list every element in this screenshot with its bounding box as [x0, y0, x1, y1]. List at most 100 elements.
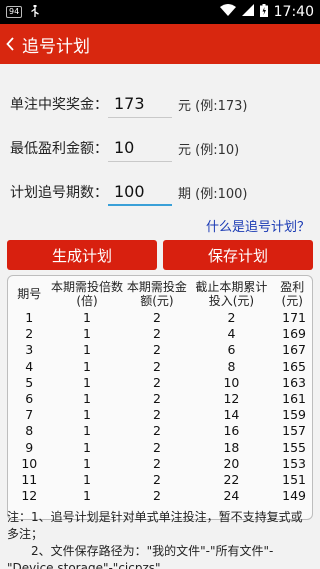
back-chevron-icon[interactable]: [6, 34, 16, 54]
table-cell: 2: [152, 310, 161, 326]
table-cell: 24: [223, 488, 240, 504]
page-title: 追号计划: [22, 36, 90, 57]
wifi-icon: [219, 4, 236, 20]
table-cell: 10: [223, 374, 240, 390]
col-header-period: 期号: [17, 287, 42, 301]
table-cell: 1: [83, 439, 91, 455]
col-header-profit: 盈利(元): [280, 280, 305, 308]
table-cell: 11: [21, 471, 38, 487]
table-cell: 163: [282, 374, 306, 390]
table-cell: 8: [227, 358, 236, 374]
table-cell: 2: [152, 342, 161, 358]
table-cell: 167: [282, 342, 306, 358]
table-cell: 8: [25, 423, 34, 439]
table-row: 10 1 2 20 153: [8, 456, 312, 472]
table-cell: 6: [227, 342, 236, 358]
table-cell: 1: [83, 455, 91, 471]
signal-icon: [241, 4, 254, 20]
table-cell: 2: [152, 455, 161, 471]
prize-input[interactable]: 173: [108, 90, 172, 118]
profit-label: 最低盈利金额：: [10, 141, 108, 157]
help-link[interactable]: 什么是追号计划？: [0, 216, 320, 235]
table-row: 9 1 2 18 155: [8, 440, 312, 456]
table-cell: 2: [152, 439, 161, 455]
table-cell: 1: [83, 310, 91, 326]
table-row: 7 1 2 14 159: [8, 407, 312, 423]
table-cell: 2: [152, 358, 161, 374]
table-cell: 1: [83, 358, 91, 374]
table-cell: 1: [83, 391, 91, 407]
table-cell: 165: [282, 358, 306, 374]
table-cell: 157: [282, 423, 306, 439]
save-plan-button[interactable]: 保存计划: [163, 240, 313, 270]
notes: 注：1、追号计划是针对单式单注投注，暂不支持复式或多注； 2、文件保存路径为："…: [7, 509, 314, 569]
generate-plan-button[interactable]: 生成计划: [7, 240, 157, 270]
plan-table-container[interactable]: 期号 本期需投倍数(倍) 本期需投金额(元) 截止本期累计投入(元) 盈利(元)…: [7, 275, 313, 520]
action-buttons: 生成计划 保存计划: [0, 240, 320, 270]
table-cell: 4: [25, 358, 34, 374]
table-cell: 1: [83, 374, 91, 390]
table-cell: 161: [282, 391, 306, 407]
periods-label: 计划追号期数：: [10, 185, 108, 201]
prize-row: 单注中奖奖金： 173 元 (例:173): [10, 82, 310, 126]
col-header-multiple: 本期需投倍数(倍): [51, 280, 124, 308]
table-cell: 2: [25, 326, 34, 342]
clock: 17:40: [273, 4, 314, 20]
table-cell: 169: [282, 326, 306, 342]
table-cell: 1: [83, 326, 91, 342]
app-header: 追号计划: [0, 24, 320, 64]
table-cell: 2: [227, 310, 236, 326]
table-cell: 20: [223, 455, 240, 471]
profit-unit: 元 (例:10): [178, 142, 240, 158]
table-cell: 159: [282, 407, 306, 423]
usb-icon: [30, 4, 40, 20]
table-cell: 2: [152, 423, 161, 439]
table-cell: 171: [282, 310, 306, 326]
table-cell: 6: [25, 391, 34, 407]
table-cell: 16: [223, 423, 240, 439]
table-cell: 1: [83, 342, 91, 358]
battery-icon: [259, 3, 268, 21]
note-2: 2、文件保存路径为："我的文件"-"所有文件"-"Device storage"…: [7, 544, 274, 569]
table-cell: 10: [21, 455, 38, 471]
table-cell: 14: [223, 407, 240, 423]
profit-input[interactable]: 10: [108, 134, 172, 162]
table-cell: 2: [152, 391, 161, 407]
table-cell: 3: [25, 342, 34, 358]
table-row: 1 1 2 2 171: [8, 310, 312, 326]
table-cell: 12: [223, 391, 240, 407]
table-row: 2 1 2 4 169: [8, 326, 312, 342]
table-cell: 2: [152, 374, 161, 390]
table-cell: 1: [83, 423, 91, 439]
status-bar: 94 17:40: [0, 0, 320, 24]
table-row: 3 1 2 6 167: [8, 342, 312, 358]
table-row: 6 1 2 12 161: [8, 391, 312, 407]
table-cell: 9: [25, 439, 34, 455]
prize-unit: 元 (例:173): [178, 98, 248, 114]
table-cell: 1: [83, 488, 91, 504]
plan-form: 单注中奖奖金： 173 元 (例:173) 最低盈利金额： 10 元 (例:10…: [0, 82, 320, 214]
table-cell: 1: [83, 471, 91, 487]
table-cell: 18: [223, 439, 240, 455]
plan-table: 期号 本期需投倍数(倍) 本期需投金额(元) 截止本期累计投入(元) 盈利(元)…: [8, 278, 312, 504]
table-cell: 1: [25, 310, 34, 326]
table-cell: 155: [282, 439, 306, 455]
table-cell: 149: [282, 488, 306, 504]
col-header-amount: 本期需投金额(元): [126, 280, 187, 308]
profit-row: 最低盈利金额： 10 元 (例:10): [10, 126, 310, 170]
table-cell: 2: [152, 326, 161, 342]
table-cell: 2: [152, 407, 161, 423]
table-cell: 1: [83, 407, 91, 423]
table-cell: 5: [25, 374, 34, 390]
periods-input[interactable]: 100: [108, 178, 172, 206]
col-header-cumulative: 截止本期累计投入(元): [195, 280, 268, 308]
table-cell: 7: [25, 407, 34, 423]
periods-row: 计划追号期数： 100 期 (例:100): [10, 170, 310, 214]
notification-badge: 94: [6, 6, 23, 18]
table-header-row: 期号 本期需投倍数(倍) 本期需投金额(元) 截止本期累计投入(元) 盈利(元): [8, 278, 312, 310]
table-cell: 22: [223, 471, 240, 487]
table-cell: 153: [282, 455, 306, 471]
note-1: 注：1、追号计划是针对单式单注投注，暂不支持复式或多注；: [7, 510, 303, 541]
table-cell: 4: [227, 326, 236, 342]
table-cell: 151: [282, 471, 306, 487]
